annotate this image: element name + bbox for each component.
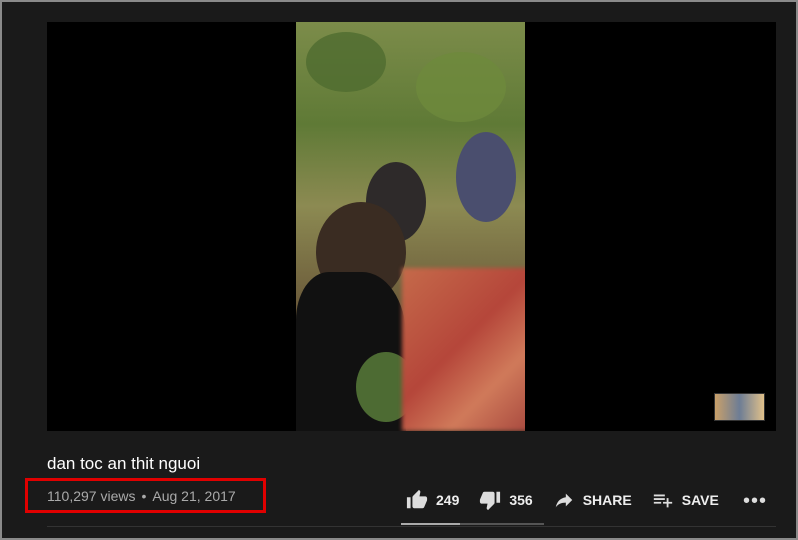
thumbnail-overlay[interactable] [714, 393, 765, 421]
foliage-shape [416, 52, 506, 122]
thumbs-down-icon [480, 491, 501, 511]
highlight-box [25, 478, 266, 513]
blurred-region [402, 268, 525, 431]
more-options-icon[interactable]: ••• [743, 490, 767, 513]
video-title: dan toc an thit nguoi [47, 454, 201, 473]
share-arrow-icon [555, 493, 572, 508]
thumbs-up-icon [406, 489, 428, 509]
dislike-button[interactable]: 356 [479, 489, 533, 511]
like-ratio-fill [401, 523, 460, 525]
like-ratio-bar [401, 523, 544, 525]
like-button[interactable]: 249 [406, 489, 459, 511]
playlist-add-icon [653, 494, 672, 508]
person-shape [456, 132, 516, 222]
save-label: SAVE [681, 492, 719, 508]
save-button[interactable]: SAVE [652, 489, 719, 511]
dislike-count: 356 [509, 492, 533, 508]
share-button[interactable]: SHARE [553, 489, 632, 511]
foliage-shape [306, 32, 386, 92]
video-frame[interactable] [296, 22, 525, 431]
divider [47, 526, 776, 527]
action-bar: 249 356 SHARE SAVE [406, 485, 739, 515]
video-player[interactable] [47, 22, 776, 431]
share-label: SHARE [582, 492, 632, 508]
app-frame: dan toc an thit nguoi 110,297 views • Aug … [0, 0, 798, 540]
like-count: 249 [436, 492, 460, 508]
